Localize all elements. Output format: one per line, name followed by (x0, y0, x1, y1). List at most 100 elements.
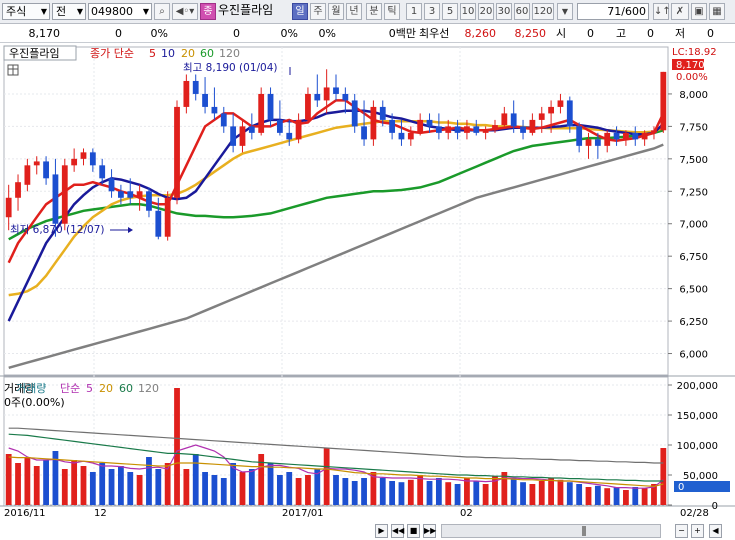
volume-bar (520, 482, 526, 505)
stock-chart[interactable]: 6,000 6,250 6,500 6,750 7,000 7,250 7,500 7,750… (0, 43, 735, 540)
candle-body (323, 87, 330, 101)
price-tick-label: 7,000 (679, 220, 708, 231)
volume-bar (576, 484, 583, 505)
interval-label: 120 (533, 6, 553, 17)
grid-button[interactable]: ▦ (709, 3, 725, 20)
search-button[interactable]: ⌕ (154, 3, 170, 20)
type-select[interactable]: 전 ▼ (52, 3, 86, 20)
interval-button[interactable]: 30 (496, 3, 512, 20)
zoom-out-button[interactable]: − (675, 524, 688, 538)
volume-bar (613, 487, 620, 505)
stock-name: 우진플라임 (218, 3, 288, 20)
volume-bar (108, 469, 115, 505)
interval-button[interactable]: 60 (514, 3, 530, 20)
save-button[interactable]: ▣ (691, 3, 707, 20)
x-label: 2016/11 (4, 508, 46, 519)
favorite-button[interactable]: 종 (200, 3, 216, 20)
sound-button[interactable]: ◀◦▾ (172, 3, 198, 20)
low-annotation: 최저 6,870 (12/07) (10, 224, 105, 236)
x-label: 2017/01 (282, 508, 324, 519)
period-week-label: 주 (313, 6, 323, 17)
interval-button[interactable]: 120 (532, 3, 554, 20)
interval-button[interactable]: 10 (460, 3, 476, 20)
candle-body (118, 191, 124, 198)
volume-bar (604, 488, 611, 505)
open-value: 0 (587, 27, 594, 40)
scroll-thumb[interactable] (582, 526, 586, 536)
volume-bar (660, 448, 667, 505)
candle-body (202, 93, 208, 107)
volume-bar (89, 472, 96, 505)
period-tick-button[interactable]: 틱 (384, 3, 400, 20)
chevron-down-icon: ▼ (40, 7, 47, 16)
volume-value: 0 (233, 27, 240, 40)
candle-body (417, 119, 424, 133)
candle-body (5, 197, 12, 218)
zoom-in-button[interactable]: + (691, 524, 704, 538)
data-count-field[interactable]: 71/600 (577, 3, 649, 20)
volume-title-text: 거래량 (16, 382, 46, 395)
volume-bar (473, 481, 480, 505)
price-tick-label: 7,750 (679, 122, 708, 133)
volume-bar (379, 478, 386, 505)
interval-button[interactable]: 20 (478, 3, 494, 20)
toolbar: 주식 ▼ 전 ▼ 049800 ▼ ⌕ ◀◦▾ 종 우진플라임 일 주 월 년 … (0, 0, 735, 24)
scroll-track[interactable] (441, 524, 661, 538)
interval-button[interactable]: 1 (406, 3, 422, 20)
candle-body (351, 100, 358, 127)
interval-label: 30 (497, 6, 511, 17)
period-minute-button[interactable]: 분 (366, 3, 382, 20)
grid-icon[interactable] (7, 64, 19, 76)
volume-bar (351, 481, 358, 505)
volume-bar (71, 460, 78, 505)
stop-button[interactable]: ■ (407, 524, 420, 538)
volume-bar (220, 478, 227, 505)
interval-button[interactable]: 3 (424, 3, 440, 20)
stock-name-text: 우진플라임 (218, 3, 274, 17)
fast-forward-button[interactable]: ▶▶ (423, 524, 436, 538)
volume-bar (632, 487, 639, 505)
candle-body (660, 71, 667, 131)
price-change: 0 (115, 27, 122, 40)
scroll-left-button[interactable]: ◀◀ (391, 524, 404, 538)
interval-label: 20 (479, 6, 493, 17)
volume-bar (510, 478, 517, 505)
candle-body (71, 158, 78, 166)
code-input[interactable]: 049800 ▼ (88, 3, 152, 20)
volume-bar (407, 479, 414, 505)
candle-body (89, 152, 96, 166)
volume-bar (295, 478, 302, 505)
volume-rate: 0% (280, 27, 298, 40)
market-select[interactable]: 주식 ▼ (2, 3, 50, 20)
scroll-start-button[interactable]: ▶ (375, 524, 388, 538)
volume-now: 0주(0.00%) (4, 396, 65, 409)
period-year-button[interactable]: 년 (346, 3, 362, 20)
volume-bar (15, 463, 21, 505)
interval-button[interactable]: 5 (442, 3, 458, 20)
candle-body (15, 182, 21, 198)
candle-body (492, 125, 498, 131)
volume-bar (267, 463, 274, 505)
ma60-label: 60 (200, 47, 214, 60)
volume-bar (623, 490, 629, 505)
candle-body (295, 119, 302, 140)
sort-button[interactable]: ↓↑ (653, 3, 671, 20)
candle-body (510, 113, 517, 127)
period-month-button[interactable]: 월 (328, 3, 344, 20)
volume-bar (61, 469, 68, 505)
candle-body (33, 161, 40, 166)
volume-bar (239, 472, 246, 505)
candle-body (52, 174, 59, 224)
candle-body (146, 191, 152, 211)
ma120-label: 120 (219, 47, 240, 60)
period-tick-label: 틱 (387, 6, 397, 17)
volume-bar (529, 484, 536, 505)
period-week-button[interactable]: 주 (310, 3, 326, 20)
candle-body (24, 165, 31, 185)
period-day-button[interactable]: 일 (292, 3, 308, 20)
candle-body (333, 87, 339, 94)
candle-body (211, 106, 218, 114)
tool-button[interactable]: ✗ (671, 3, 689, 20)
page-left-button[interactable]: ◀ (709, 524, 722, 538)
interval-dropdown[interactable]: ▼ (557, 3, 573, 20)
